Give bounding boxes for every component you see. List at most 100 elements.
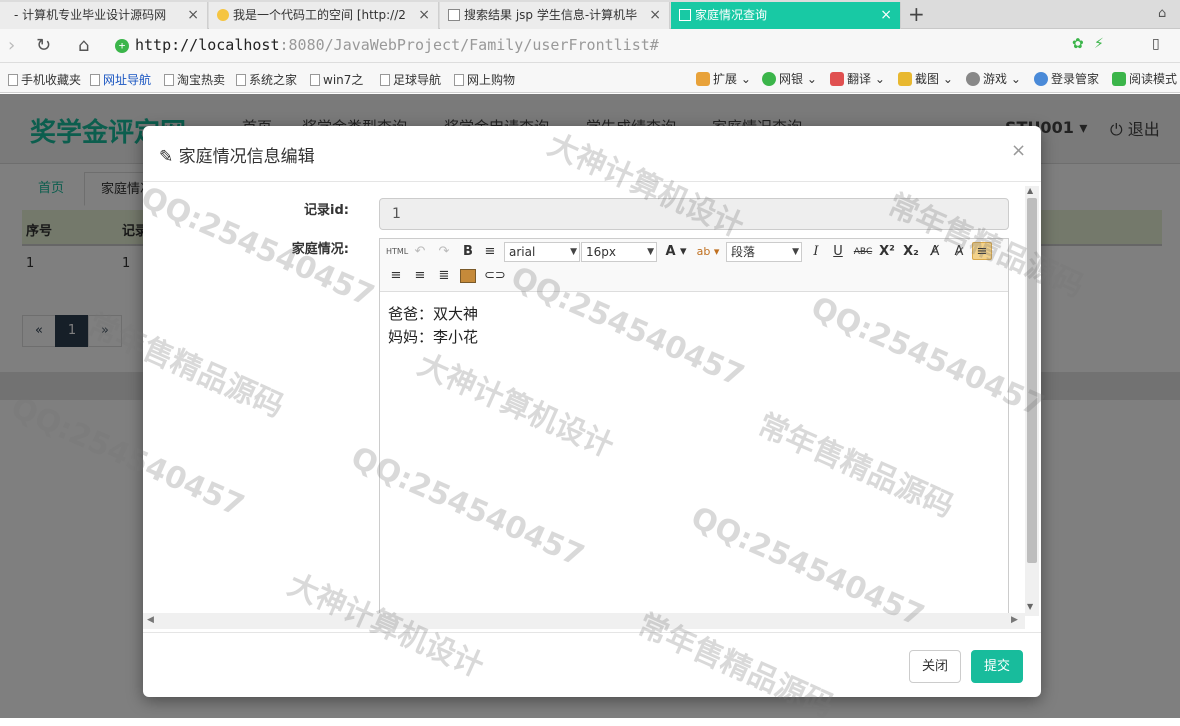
leaf-icon[interactable]: ✿ — [1072, 36, 1084, 52]
align-right-icon[interactable]: ≡ — [388, 267, 404, 285]
bookmarks-bar: 手机收藏夹 网址导航 淘宝热卖 系统之家 win7之 足球导航 网上购物 扩展 … — [0, 63, 1180, 93]
content-line: 妈妈：李小花 — [388, 328, 479, 346]
close-tab-icon[interactable]: × — [649, 2, 661, 28]
font-family-select[interactable]: arial ▼ — [504, 242, 580, 262]
format-icon[interactable]: ≡ — [482, 243, 498, 261]
modal-title: ✎ 家庭情况信息编辑 — [159, 142, 315, 167]
bookmark-icon — [8, 74, 18, 86]
bookmark-icon — [454, 74, 464, 86]
clear-format-icon[interactable]: A̸ — [926, 243, 944, 261]
bookmark-item[interactable]: 淘宝热卖 — [164, 71, 225, 88]
scroll-up-icon[interactable]: ▲ — [1027, 186, 1033, 195]
editor-toolbar: HTML ↶ ↷ B ≡ arial ▼ 16px ▼ A ▾ ab ▾ 段落 ▼ I… — [380, 239, 1008, 292]
chevron-down-icon: ▼ — [647, 247, 654, 257]
close-tab-icon[interactable]: × — [880, 2, 892, 28]
scroll-left-icon[interactable]: ◀ — [147, 615, 154, 625]
content-line: 爸爸：双大神 — [388, 305, 479, 323]
reload-icon[interactable]: ↻ — [36, 35, 51, 56]
tool-label: 登录管家 — [1051, 72, 1100, 86]
subscript-icon[interactable]: X₂ — [902, 243, 920, 261]
bookmark-item[interactable]: win7之 — [310, 71, 363, 88]
secure-shield-icon: + — [115, 39, 129, 53]
redo-icon[interactable]: ↷ — [436, 243, 452, 261]
browser-tab-active[interactable]: 家庭情况查询 × — [671, 2, 901, 29]
modal-vertical-scrollbar[interactable]: ▲ ▼ — [1025, 186, 1039, 616]
bookmark-item[interactable]: 网上购物 — [454, 71, 515, 88]
underline-icon[interactable]: U — [830, 243, 846, 261]
tab-title: - 计算机专业毕业设计源码网 — [14, 8, 167, 22]
forward-icon[interactable]: › — [8, 35, 15, 56]
justify-icon[interactable]: ≣ — [436, 267, 452, 285]
browser-tab[interactable]: - 计算机专业毕业设计源码网 × — [0, 2, 208, 29]
close-tab-icon[interactable]: × — [187, 2, 199, 28]
phone-icon[interactable]: ▯ — [1152, 36, 1160, 52]
close-button[interactable]: 关闭 — [909, 650, 962, 683]
tab-title: 搜索结果 jsp 学生信息-计算机毕 — [464, 8, 638, 22]
bookmark-item[interactable]: 足球导航 — [380, 71, 441, 88]
bookmark-icon — [380, 74, 390, 86]
browser-tab[interactable]: 搜索结果 jsp 学生信息-计算机毕 × — [440, 2, 670, 29]
tool-label: 截图 — [915, 72, 940, 86]
bookmark-item[interactable]: 系统之家 — [236, 71, 297, 88]
bank-shield-icon — [762, 72, 776, 86]
skin-icon[interactable]: ⌂ — [1158, 6, 1166, 21]
translate-tool[interactable]: 翻译 ⌄ — [830, 70, 885, 87]
modal-title-text: 家庭情况信息编辑 — [178, 147, 315, 167]
align-left-icon[interactable]: ≡ — [972, 242, 992, 260]
paragraph-select[interactable]: 段落 ▼ — [726, 242, 802, 262]
link-icon[interactable]: ⊂⊃ — [484, 267, 506, 285]
image-icon[interactable] — [460, 269, 476, 283]
bookmark-label: 手机收藏夹 — [21, 73, 82, 87]
font-color-icon[interactable]: A ▾ — [662, 243, 690, 261]
bookmark-label: 网址导航 — [103, 73, 152, 87]
browser-tab[interactable]: 我是一个代码工的空间 [http://2 × — [209, 2, 439, 29]
superscript-icon[interactable]: X² — [878, 243, 896, 261]
italic-icon[interactable]: I — [808, 243, 824, 261]
scroll-thumb[interactable] — [1027, 198, 1037, 563]
chevron-down-icon: ▼ — [570, 247, 577, 257]
extensions-tool[interactable]: 扩展 ⌄ — [696, 70, 751, 87]
submit-button[interactable]: 提交 — [971, 650, 1024, 683]
remove-format-icon[interactable]: A̷ — [950, 243, 968, 261]
new-tab-button[interactable]: + — [908, 1, 925, 27]
bookmark-label: 足球导航 — [393, 73, 442, 87]
record-id-field: 1 — [379, 198, 1009, 230]
rich-text-editor: HTML ↶ ↷ B ≡ arial ▼ 16px ▼ A ▾ ab ▾ 段落 ▼ I… — [379, 238, 1009, 618]
home-icon[interactable]: ⌂ — [78, 35, 89, 56]
font-size-value: 16px — [586, 245, 616, 259]
modal-horizontal-scrollbar[interactable]: ◀ ▶ — [143, 613, 1025, 629]
undo-icon[interactable]: ↶ — [412, 243, 428, 261]
bookmark-item[interactable]: 网址导航 — [90, 71, 151, 88]
edit-family-modal: ✎ 家庭情况信息编辑 × 记录id: 1 家庭情况: HTML ↶ ↷ B ≡ … — [143, 126, 1041, 697]
bookmark-item[interactable]: 手机收藏夹 — [8, 71, 81, 88]
family-label: 家庭情况: — [291, 242, 349, 257]
games-tool[interactable]: 游戏 ⌄ — [966, 70, 1021, 87]
modal-header: ✎ 家庭情况信息编辑 × — [143, 126, 1041, 182]
url-path: :8080/JavaWebProject/Family/userFrontlis… — [279, 36, 659, 54]
bank-tool[interactable]: 网银 ⌄ — [762, 70, 817, 87]
tool-label: 网银 — [779, 72, 804, 86]
editor-content[interactable]: 爸爸：双大神 妈妈：李小花 — [388, 303, 478, 349]
url-input[interactable]: + http://localhost:8080/JavaWebProject/Fa… — [115, 33, 1075, 58]
modal-footer: 关闭 提交 — [143, 632, 1041, 697]
scroll-right-icon[interactable]: ▶ — [1011, 615, 1018, 625]
align-center-icon[interactable]: ≡ — [412, 267, 428, 285]
font-size-select[interactable]: 16px ▼ — [581, 242, 657, 262]
scroll-down-icon[interactable]: ▼ — [1027, 602, 1033, 611]
close-tab-icon[interactable]: × — [418, 2, 430, 28]
lightning-icon[interactable]: ⚡ — [1094, 36, 1104, 52]
html-source-button[interactable]: HTML — [386, 243, 408, 261]
tool-label: 游戏 — [983, 72, 1008, 86]
font-family-value: arial — [509, 245, 536, 259]
tool-label: 扩展 — [713, 72, 738, 86]
highlight-color-icon[interactable]: ab ▾ — [694, 243, 722, 261]
screenshot-tool[interactable]: 截图 ⌄ — [898, 70, 953, 87]
tab-title: 家庭情况查询 — [695, 8, 768, 22]
strikethrough-icon[interactable]: ABC — [852, 243, 874, 261]
modal-close-icon[interactable]: × — [1011, 140, 1026, 161]
login-manager-tool[interactable]: 登录管家 — [1034, 70, 1099, 87]
reader-mode-tool[interactable]: 阅读模式 — [1112, 70, 1177, 87]
bold-icon[interactable]: B — [460, 243, 476, 261]
screenshot-icon — [898, 72, 912, 86]
bookmark-label: 系统之家 — [249, 73, 298, 87]
